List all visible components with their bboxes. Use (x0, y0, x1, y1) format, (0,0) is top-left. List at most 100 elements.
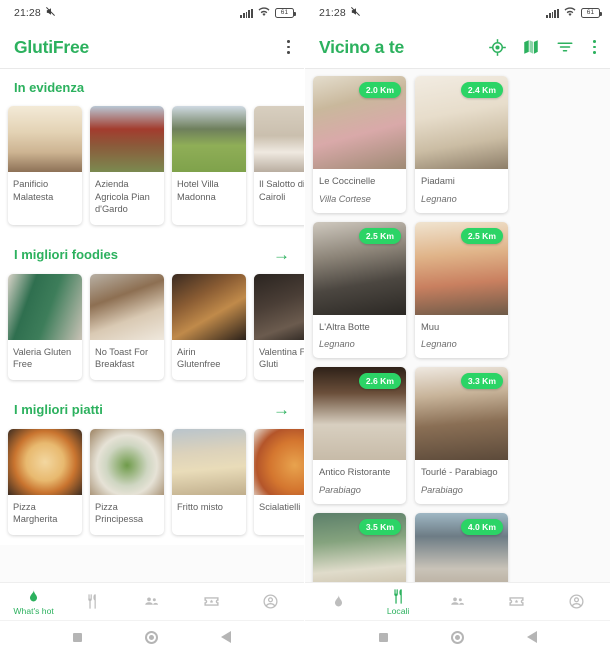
dual-screenshot-frame: 21:28 61 GlutiFree In evidenza Panificio… (0, 0, 610, 653)
place-card[interactable]: 2.5 Km L'Altra Botte Legnano (313, 221, 406, 358)
battery-level: 61 (586, 8, 595, 16)
carousel-in-evidenza[interactable]: Panificio Malatesta Azienda Agricola Pia… (0, 104, 304, 235)
nav-item-people[interactable] (123, 593, 181, 610)
distance-badge: 3.5 Km (358, 518, 401, 535)
place-card[interactable]: 3.5 Km Cibus Legnano (313, 512, 406, 582)
section-title: In evidenza (14, 80, 85, 95)
signal-bars-icon (240, 8, 253, 18)
section-title: I migliori piatti (14, 401, 103, 417)
nav-item-account[interactable] (241, 593, 299, 610)
mute-icon (350, 6, 361, 20)
places-grid-scroll[interactable]: 2.0 Km Le Coccinelle Villa Cortese 2.4 K… (305, 69, 610, 582)
bottom-nav-left: What's hot (0, 582, 304, 620)
dish-card[interactable]: Pizza Principessa (90, 428, 164, 535)
wifi-icon (564, 6, 576, 20)
place-card[interactable]: Hotel Villa Madonna (172, 106, 246, 225)
dish-card[interactable]: Fritto misto (172, 428, 246, 535)
card-thumbnail (8, 106, 82, 172)
section-header-piatti: I migliori piatti → (0, 389, 304, 427)
cutlery-icon (88, 594, 97, 609)
card-title: Valeria Gluten Free (13, 346, 72, 370)
bottom-nav-right: Locali (305, 582, 610, 620)
section-header-foodies: I migliori foodies → (0, 234, 304, 272)
carousel-foodies[interactable]: Valeria Gluten Free No Toast For Breakfa… (0, 271, 304, 390)
card-title: Pizza Margherita (13, 501, 58, 525)
mute-icon (45, 6, 56, 20)
place-card[interactable]: 4.0 Km Magic Pizza Castellanza (415, 512, 508, 582)
battery-icon: 61 (581, 8, 602, 18)
card-thumbnail (8, 273, 82, 340)
kebab-menu-icon[interactable] (589, 38, 600, 55)
square-recents-icon[interactable] (378, 632, 388, 642)
place-card[interactable]: Il Salotto di Via Cairoli (254, 106, 304, 225)
kebab-menu-icon[interactable] (283, 38, 294, 55)
card-thumbnail: 2.0 Km (313, 76, 406, 169)
place-city: Villa Cortese (319, 193, 371, 204)
arrow-right-icon[interactable]: → (273, 246, 290, 263)
card-thumbnail: 2.4 Km (415, 76, 508, 169)
signal-bars-icon (546, 8, 559, 18)
triangle-back-icon[interactable] (220, 631, 231, 643)
card-thumbnail: 2.5 Km (313, 221, 406, 315)
carousel-piatti[interactable]: Pizza Margherita Pizza Principessa Fritt… (0, 426, 304, 545)
nav-item-whats-hot[interactable] (310, 593, 368, 610)
filter-icon[interactable] (555, 37, 575, 57)
place-card[interactable]: 2.5 Km Muu Legnano (415, 221, 508, 358)
people-icon (451, 597, 464, 605)
foodie-card[interactable]: Valeria Gluten Free (8, 273, 82, 380)
nav-item-people[interactable] (428, 593, 486, 610)
card-title: No Toast For Breakfast (95, 346, 149, 370)
place-city: Legnano (319, 339, 355, 349)
place-card[interactable]: 2.0 Km Le Coccinelle Villa Cortese (313, 76, 406, 213)
nav-item-locali[interactable] (64, 593, 122, 610)
place-card[interactable]: 3.3 Km Tourlé - Parabiago Parabiago (415, 367, 508, 504)
place-name: Piadami (421, 175, 455, 186)
place-card[interactable]: Azienda Agricola Pian d'Gardo (90, 106, 164, 225)
circle-home-icon[interactable] (450, 630, 464, 644)
card-title: Fritto misto (177, 501, 223, 512)
app-bar-right: Vicino a te (305, 26, 610, 68)
distance-badge: 2.5 Km (460, 227, 503, 244)
status-bar-left: 21:28 61 (0, 0, 304, 26)
card-thumbnail (90, 106, 164, 172)
nav-item-whats-hot[interactable]: What's hot (5, 588, 63, 616)
card-thumbnail: 3.5 Km (313, 512, 406, 582)
people-icon (145, 597, 159, 605)
card-thumbnail (172, 428, 246, 495)
triangle-back-icon[interactable] (526, 631, 537, 643)
left-phone-screen: 21:28 61 GlutiFree In evidenza Panificio… (0, 0, 305, 653)
card-thumbnail (254, 428, 304, 495)
circle-home-icon[interactable] (144, 630, 158, 644)
place-card[interactable]: Panificio Malatesta (8, 106, 82, 225)
foodie-card[interactable]: Valentina Free Gluti (254, 273, 304, 380)
left-content-scroll[interactable]: In evidenza Panificio Malatesta Azienda … (0, 69, 304, 582)
nav-item-account[interactable] (547, 593, 605, 610)
section-header-in-evidenza: In evidenza (0, 69, 304, 104)
place-city: Legnano (421, 339, 457, 349)
dish-card[interactable]: Scialatielli (254, 428, 304, 535)
nav-item-events[interactable] (182, 593, 240, 610)
map-icon[interactable] (521, 37, 541, 57)
distance-badge: 3.3 Km (460, 373, 503, 389)
page-title: Vicino a te (319, 36, 405, 57)
square-recents-icon[interactable] (73, 632, 83, 642)
section-title: I migliori foodies (14, 246, 119, 262)
place-city: Legnano (421, 193, 457, 204)
card-title: Panificio Malatesta (13, 179, 54, 202)
card-title: Airin Glutenfree (177, 346, 221, 370)
dish-card[interactable]: Pizza Margherita (8, 428, 82, 535)
card-thumbnail (172, 106, 246, 172)
place-card[interactable]: 2.6 Km Antico Ristorante Parabiago (313, 367, 406, 504)
foodie-card[interactable]: No Toast For Breakfast (90, 273, 164, 380)
status-time: 21:28 (14, 7, 41, 19)
card-thumbnail (254, 106, 304, 172)
locate-crosshair-icon[interactable] (487, 37, 507, 57)
nav-item-locali[interactable]: Locali (369, 588, 427, 616)
card-thumbnail (254, 273, 304, 340)
place-card[interactable]: 2.4 Km Piadami Legnano (415, 76, 508, 213)
foodie-card[interactable]: Airin Glutenfree (172, 273, 246, 380)
arrow-right-icon[interactable]: → (273, 401, 290, 418)
place-name: L'Altra Botte (319, 320, 370, 332)
nav-label: What's hot (13, 605, 54, 616)
nav-item-events[interactable] (488, 593, 546, 610)
